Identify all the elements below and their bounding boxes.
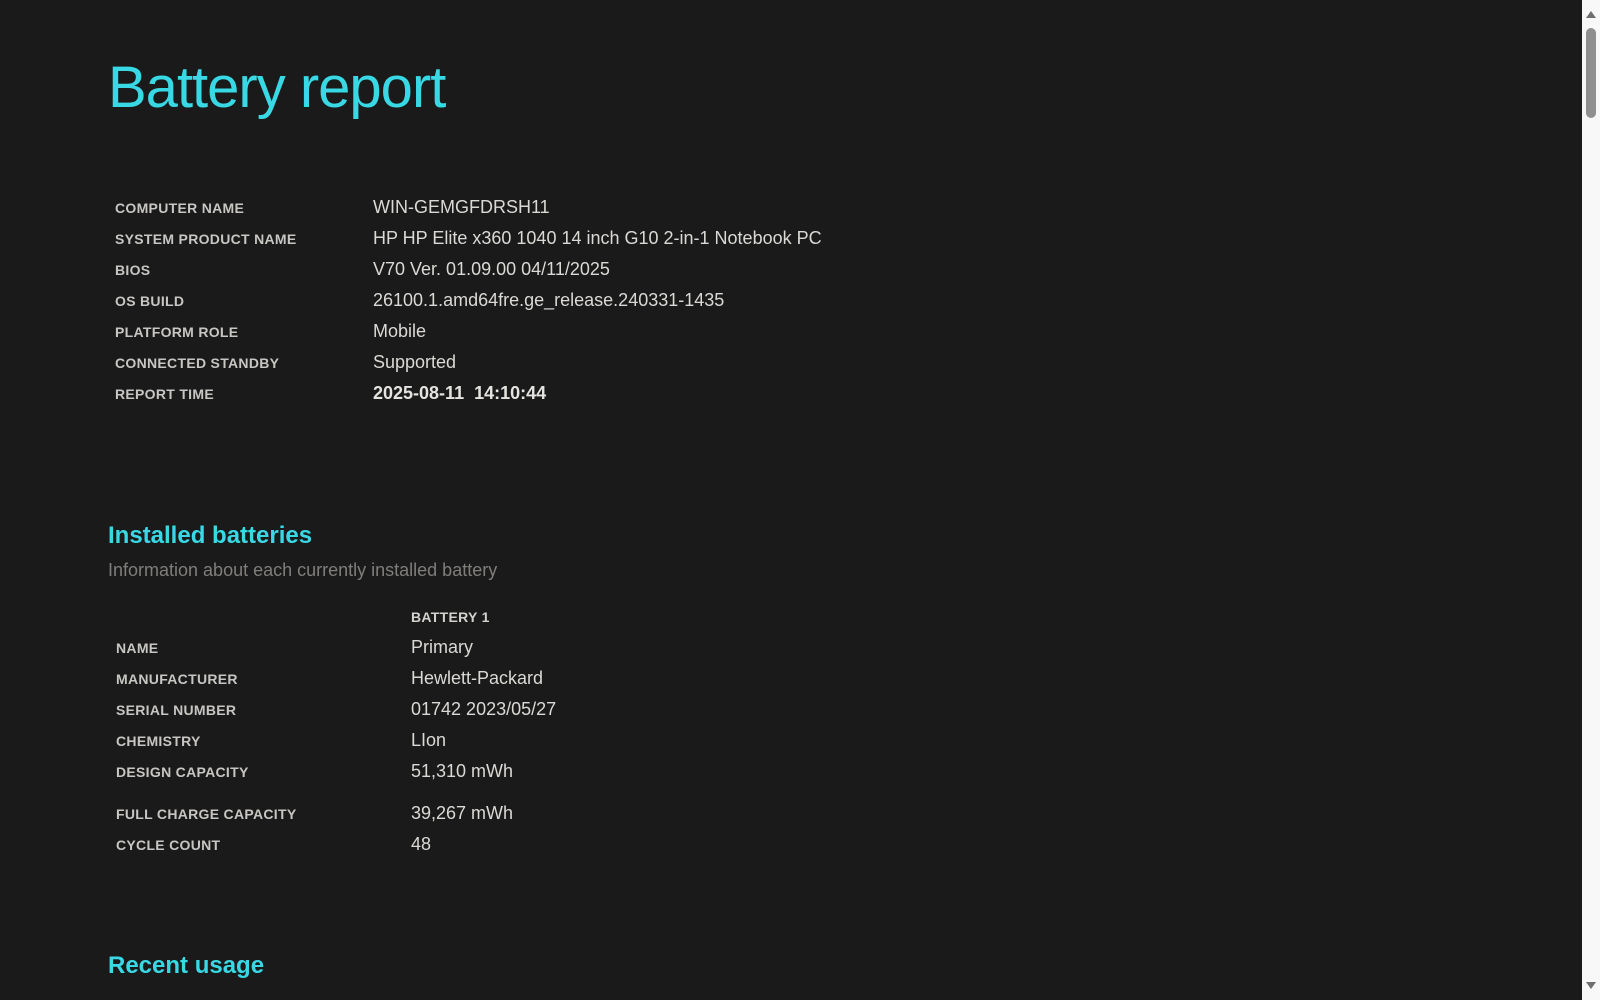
table-header-row: BATTERY 1 (116, 601, 556, 632)
battery-report-page: Battery report COMPUTER NAME WIN-GEMGFDR… (0, 0, 1582, 1000)
table-row: PLATFORM ROLE Mobile (115, 316, 822, 347)
table-row: DESIGN CAPACITY 51,310 mWh (116, 756, 556, 787)
row-value: 51,310 mWh (411, 756, 556, 787)
row-value: Supported (373, 347, 822, 378)
row-value: HP HP Elite x360 1040 14 inch G10 2-in-1… (373, 223, 822, 254)
table-row: FULL CHARGE CAPACITY 39,267 mWh (116, 787, 556, 829)
table-row: NAME Primary (116, 632, 556, 663)
table-row: MANUFACTURER Hewlett-Packard (116, 663, 556, 694)
row-label (116, 601, 411, 632)
table-row: CONNECTED STANDBY Supported (115, 347, 822, 378)
row-label: COMPUTER NAME (115, 192, 373, 223)
battery-column-header: BATTERY 1 (411, 601, 556, 632)
row-value: LIon (411, 725, 556, 756)
table-row: CHEMISTRY LIon (116, 725, 556, 756)
row-value: WIN-GEMGFDRSH11 (373, 192, 822, 223)
row-value: 26100.1.amd64fre.ge_release.240331-1435 (373, 285, 822, 316)
table-row: SYSTEM PRODUCT NAME HP HP Elite x360 104… (115, 223, 822, 254)
installed-batteries-title: Installed batteries (108, 521, 1582, 551)
scrollbar-down-arrow-icon[interactable] (1586, 982, 1596, 989)
system-info-table: COMPUTER NAME WIN-GEMGFDRSH11 SYSTEM PRO… (115, 192, 822, 409)
row-label: NAME (116, 632, 411, 663)
table-row: OS BUILD 26100.1.amd64fre.ge_release.240… (115, 285, 822, 316)
table-row: CYCLE COUNT 48 (116, 829, 556, 860)
row-value: 48 (411, 829, 556, 860)
row-value: Hewlett-Packard (411, 663, 556, 694)
row-label: CONNECTED STANDBY (115, 347, 373, 378)
installed-batteries-table: BATTERY 1 NAME Primary MANUFACTURER Hewl… (116, 601, 556, 860)
row-value: 39,267 mWh (411, 787, 556, 829)
installed-batteries-subtitle: Information about each currently install… (108, 559, 1582, 581)
scrollbar[interactable] (1582, 0, 1600, 1000)
row-label: SYSTEM PRODUCT NAME (115, 223, 373, 254)
table-row: SERIAL NUMBER 01742 2023/05/27 (116, 694, 556, 725)
recent-usage-title: Recent usage (108, 951, 1582, 981)
row-label: MANUFACTURER (116, 663, 411, 694)
scrollbar-up-arrow-icon[interactable] (1586, 11, 1596, 18)
row-value: V70 Ver. 01.09.00 04/11/2025 (373, 254, 822, 285)
row-label: FULL CHARGE CAPACITY (116, 787, 411, 829)
table-row: BIOS V70 Ver. 01.09.00 04/11/2025 (115, 254, 822, 285)
row-label: REPORT TIME (115, 378, 373, 409)
table-row: COMPUTER NAME WIN-GEMGFDRSH11 (115, 192, 822, 223)
row-value: 01742 2023/05/27 (411, 694, 556, 725)
row-value: Mobile (373, 316, 822, 347)
table-row: REPORT TIME 2025-08-11 14:10:44 (115, 378, 822, 409)
row-label: DESIGN CAPACITY (116, 756, 411, 787)
row-value: Primary (411, 632, 556, 663)
row-label: PLATFORM ROLE (115, 316, 373, 347)
row-label: SERIAL NUMBER (116, 694, 411, 725)
row-label: CYCLE COUNT (116, 829, 411, 860)
report-time-value: 2025-08-11 14:10:44 (373, 378, 822, 409)
row-label: BIOS (115, 254, 373, 285)
scrollbar-thumb[interactable] (1586, 28, 1596, 118)
row-label: OS BUILD (115, 285, 373, 316)
page-title: Battery report (108, 56, 1582, 120)
row-label: CHEMISTRY (116, 725, 411, 756)
